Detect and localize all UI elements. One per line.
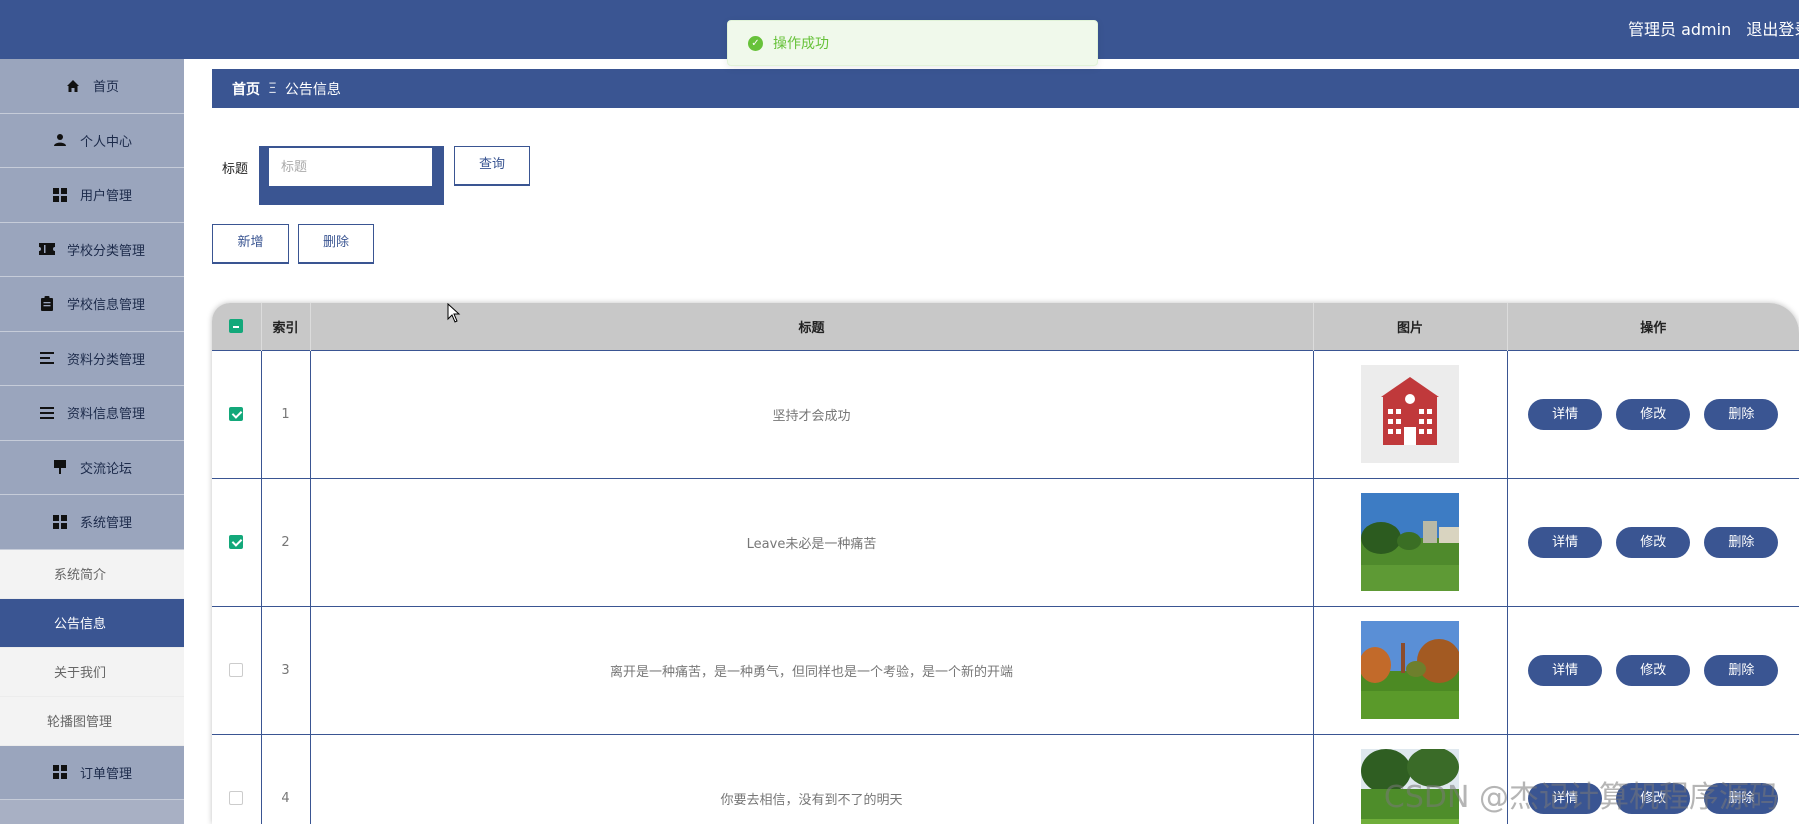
delete-button[interactable]: 删除 [1704,526,1779,558]
row-index: 3 [261,605,311,734]
edit-button[interactable]: 修改 [1616,526,1691,558]
breadcrumb-separator: Ξ [268,80,277,97]
campus-photo [1361,493,1459,591]
sidebar-item-label: 订单管理 [79,766,132,782]
clipboard-icon [39,296,55,312]
add-button[interactable]: 新增 [212,224,289,264]
breadcrumb-home[interactable]: 首页 [232,79,260,99]
column-header-ops: 操作 [1507,303,1799,350]
sidebar-item-label: 学校分类管理 [66,243,145,259]
table-row: 2 Leave未必是一种痛苦 详情 修改 删除 [212,477,1799,606]
row-checkbox[interactable] [229,663,244,677]
row-title: 你要去相信，没有到不了的明天 [310,733,1314,824]
table-row: 3 离开是一种痛苦，是一种勇气，但同样也是一个考验，是一个新的开端 详情 修改 … [212,605,1799,734]
sidebar-item-label: 学校信息管理 [66,298,145,314]
grid-icon [52,764,68,780]
row-checkbox[interactable] [229,535,244,549]
search-button[interactable]: 查询 [454,146,530,186]
edit-button[interactable]: 修改 [1616,654,1691,686]
sidebar-item-users[interactable]: 用户管理 [0,168,184,223]
submenu-item-carousel[interactable]: 轮播图管理 [0,696,184,746]
row-title: 坚持才会成功 [310,349,1314,478]
sidebar-item-system[interactable]: 系统管理 [0,495,184,550]
submenu-label: 系统简介 [54,568,107,583]
submenu-label: 公告信息 [54,617,107,632]
edit-button[interactable]: 修改 [1616,398,1691,430]
select-all-cell [212,303,262,350]
table-row: 1 坚持才会成功 详情 修改 删除 [212,349,1799,478]
sidebar-item-label: 资料分类管理 [66,352,145,368]
mouse-cursor-icon [447,303,461,323]
detail-button[interactable]: 详情 [1528,526,1603,558]
search-box [259,146,444,205]
sidebar-item-school-category[interactable]: 学校分类管理 [0,222,184,277]
row-title: Leave未必是一种痛苦 [310,477,1314,606]
ticket-icon [38,241,55,257]
check-circle-icon: ✓ [748,35,763,51]
detail-button[interactable]: 详情 [1528,654,1603,686]
search-input[interactable] [269,148,432,186]
grid-icon [52,187,68,203]
user-area: 管理员 admin 退出登录 [1624,0,1799,59]
logout-link[interactable]: 退出登录 [1746,20,1799,39]
row-checkbox[interactable] [229,791,244,806]
home-icon [65,78,81,94]
sidebar: 首页 个人中心 用户管理 学校分类管理 学校信息管理 资料分类管理 资料信息管理 [0,59,184,824]
announcement-table: 索引 标题 图片 操作 1 坚持才会成功 详情 修改 删除 2 Leave未必是… [212,303,1799,824]
sidebar-item-material-category[interactable]: 资料分类管理 [0,331,184,386]
sidebar-item-forum[interactable]: 交流论坛 [0,440,184,495]
list-icon [39,350,55,366]
list-icon [39,405,55,421]
row-index: 4 [261,733,311,824]
sidebar-item-label: 系统管理 [79,516,132,532]
submenu-label: 轮播图管理 [47,715,113,730]
submenu-item-system-intro[interactable]: 系统简介 [0,549,184,599]
row-checkbox[interactable] [229,407,244,421]
sidebar-item-orders[interactable]: 订单管理 [0,745,184,800]
watermark: CSDN @杰记计算机程序源码 [1383,780,1779,815]
success-toast: ✓ 操作成功 [727,20,1098,66]
row-title: 离开是一种痛苦，是一种勇气，但同样也是一个考验，是一个新的开端 [310,605,1314,734]
select-all-checkbox[interactable] [229,319,244,334]
submenu-item-about-us[interactable]: 关于我们 [0,647,184,697]
breadcrumb: 首页 Ξ 公告信息 [212,69,1799,108]
school-building-icon [1361,365,1459,463]
delete-button[interactable]: 删除 [1704,398,1779,430]
sidebar-item-home[interactable]: 首页 [0,59,184,114]
submenu-label: 关于我们 [54,666,107,681]
row-index: 1 [261,349,311,478]
sidebar-item-label: 个人中心 [79,134,132,150]
sidebar-item-label: 首页 [92,80,119,96]
admin-label: 管理员 admin [1628,20,1732,39]
breadcrumb-current: 公告信息 [284,81,341,98]
search-label: 标题 [222,162,249,177]
sidebar-item-label: 用户管理 [79,189,132,205]
submenu-item-announcements[interactable]: 公告信息 [0,598,184,648]
campus-photo [1361,621,1459,719]
column-header-index: 索引 [261,303,311,350]
sidebar-item-school-info[interactable]: 学校信息管理 [0,277,184,332]
sidebar-item-label: 资料信息管理 [66,407,145,423]
column-header-image: 图片 [1313,303,1508,350]
batch-delete-button[interactable]: 删除 [298,224,374,264]
row-index: 2 [261,477,311,606]
toast-message: 操作成功 [773,36,829,52]
sidebar-item-profile[interactable]: 个人中心 [0,113,184,168]
user-icon [52,132,68,148]
board-icon [52,459,68,475]
detail-button[interactable]: 详情 [1528,398,1603,430]
sidebar-item-label: 交流论坛 [79,461,132,477]
sidebar-item-material-info[interactable]: 资料信息管理 [0,386,184,441]
delete-button[interactable]: 删除 [1704,654,1779,686]
grid-icon [52,514,68,530]
